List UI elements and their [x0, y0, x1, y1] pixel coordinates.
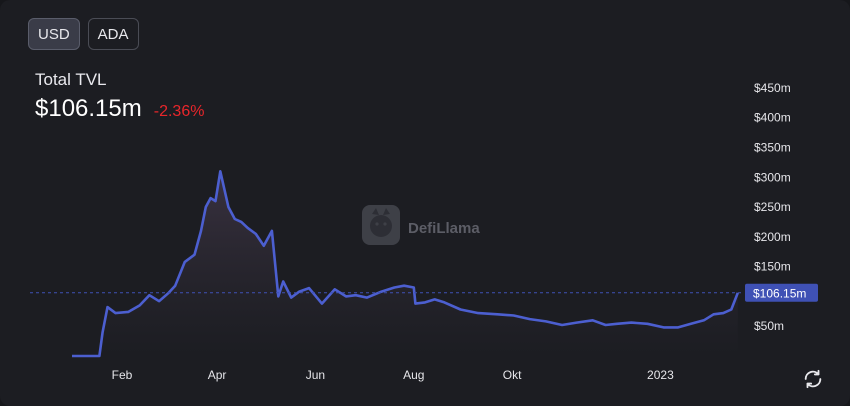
y-tick-label: $350m	[754, 141, 791, 155]
x-tick-label: Jun	[306, 368, 325, 382]
y-tick-label: $50m	[754, 319, 784, 333]
tvl-chart-card: USD ADA Total TVL $106.15m -2.36% DefiLl…	[0, 0, 850, 406]
y-tick-label: $200m	[754, 230, 791, 244]
x-axis: Feb Apr Jun Aug Okt 2023	[112, 368, 674, 382]
x-tick-label: Okt	[503, 368, 522, 382]
y-tick-label: $450m	[754, 81, 791, 95]
y-tick-label: $150m	[754, 260, 791, 274]
y-tick-label: $400m	[754, 111, 791, 125]
tvl-area-chart: DefiLlama $50m$100m$150m$200m$250m$300m$…	[30, 81, 818, 382]
tvl-area-fill	[72, 171, 738, 356]
x-tick-label: 2023	[647, 368, 674, 382]
x-tick-label: Apr	[208, 368, 227, 382]
current-value-badge: $106.15m	[745, 283, 818, 302]
watermark-text: DefiLlama	[408, 220, 480, 237]
llama-logo-icon	[362, 205, 400, 245]
x-tick-label: Feb	[112, 368, 133, 382]
defillama-watermark: DefiLlama	[362, 205, 480, 245]
x-tick-label: Aug	[403, 368, 424, 382]
y-tick-label: $250m	[754, 200, 791, 214]
y-tick-label: $300m	[754, 170, 791, 184]
refresh-icon[interactable]	[802, 368, 824, 390]
current-value-badge-text: $106.15m	[753, 286, 806, 300]
